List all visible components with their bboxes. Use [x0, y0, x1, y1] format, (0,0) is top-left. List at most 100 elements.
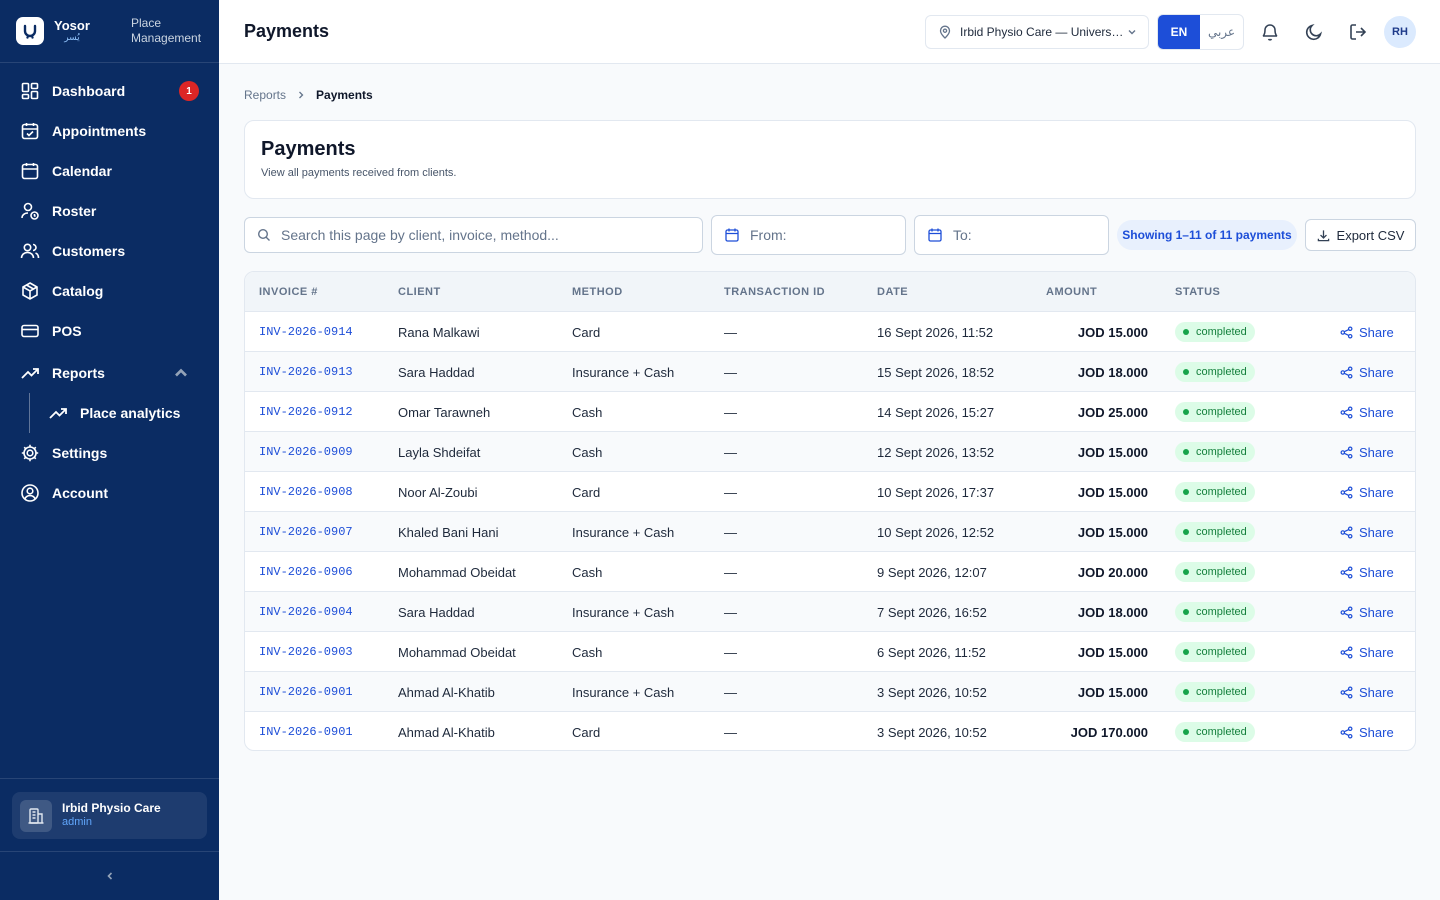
status-badge: completed [1175, 642, 1255, 662]
sidebar-item-reports[interactable]: Reports [0, 353, 219, 393]
invoice-link[interactable]: INV-2026-0907 [259, 512, 353, 552]
current-place-card[interactable]: Irbid Physio Care admin [12, 792, 207, 839]
column-header-amount[interactable]: AMOUNT [1046, 272, 1097, 312]
status-cell: completed [1175, 512, 1255, 552]
collapse-sidebar-button[interactable] [0, 851, 219, 900]
date-from-field[interactable]: From: [711, 215, 906, 255]
status-cell: completed [1175, 712, 1255, 750]
payment-date: 10 Sept 2026, 12:52 [877, 524, 995, 540]
sidebar-item-account[interactable]: Account [0, 473, 219, 513]
status-badge: completed [1175, 362, 1255, 382]
share-button[interactable]: Share [1340, 565, 1394, 580]
chevron-up-icon[interactable] [171, 363, 191, 383]
payment-method: Cash [572, 644, 603, 660]
breadcrumb: Reports Payments [244, 88, 373, 102]
share-button[interactable]: Share [1340, 525, 1394, 540]
payment-amount: JOD 25.000 [1077, 404, 1148, 420]
sidebar-item-place-analytics[interactable]: Place analytics [0, 393, 219, 433]
table-row: INV-2026-0913 Sara Haddad Insurance + Ca… [245, 352, 1415, 392]
date-to-field[interactable]: To: [914, 215, 1109, 255]
column-header-status[interactable]: STATUS [1175, 272, 1220, 312]
column-header-client[interactable]: CLIENT [398, 272, 441, 312]
sidebar-item-pos[interactable]: POS [0, 311, 219, 351]
sidebar-item-calendar[interactable]: Calendar [0, 151, 219, 191]
table-row: INV-2026-0906 Mohammad Obeidat Cash — 9 … [245, 552, 1415, 592]
place-selector[interactable]: Irbid Physio Care — University Street [925, 15, 1149, 49]
transaction-id: — [724, 404, 737, 420]
payment-method: Insurance + Cash [572, 524, 675, 540]
yosor-logo-icon[interactable] [16, 17, 44, 45]
payment-date: 16 Sept 2026, 11:52 [877, 324, 994, 340]
results-count-badge: Showing 1–11 of 11 payments [1117, 220, 1297, 250]
status-text: completed [1196, 646, 1247, 658]
payment-method: Cash [572, 564, 603, 580]
share-label: Share [1359, 324, 1394, 340]
share-button[interactable]: Share [1340, 325, 1394, 340]
sidebar-item-dashboard[interactable]: Dashboard 1 [0, 71, 219, 111]
invoice-link[interactable]: INV-2026-0912 [259, 392, 353, 432]
sidebar-item-appointments[interactable]: Appointments [0, 111, 219, 151]
breadcrumb-reports[interactable]: Reports [244, 88, 286, 102]
status-cell: completed [1175, 432, 1255, 472]
sidebar-item-label: Settings [52, 445, 108, 461]
moon-icon[interactable] [1304, 22, 1324, 42]
share-label: Share [1359, 684, 1394, 700]
share-button[interactable]: Share [1340, 645, 1394, 660]
share-button[interactable]: Share [1340, 725, 1394, 740]
client-name: Ahmad Al-Khatib [398, 724, 495, 740]
table-row: INV-2026-0901 Ahmad Al-Khatib Insurance … [245, 672, 1415, 712]
share-button[interactable]: Share [1340, 405, 1394, 420]
transaction-id: — [724, 484, 737, 500]
search-input[interactable] [281, 227, 681, 243]
share-button[interactable]: Share [1340, 365, 1394, 380]
share-button[interactable]: Share [1340, 485, 1394, 500]
table-row: INV-2026-0907 Khaled Bani Hani Insurance… [245, 512, 1415, 552]
status-text: completed [1196, 486, 1247, 498]
column-header-method[interactable]: METHOD [572, 272, 623, 312]
share-icon [1340, 686, 1353, 698]
invoice-link[interactable]: INV-2026-0903 [259, 632, 353, 672]
sidebar-nav: Dashboard 1 Appointments Calendar Roster… [0, 63, 219, 513]
payment-method: Insurance + Cash [572, 604, 675, 620]
share-button[interactable]: Share [1340, 685, 1394, 700]
map-pin-icon [939, 25, 951, 39]
invoice-link[interactable]: INV-2026-0901 [259, 712, 353, 750]
brand-subtitle: Place Management [131, 16, 202, 45]
invoice-link[interactable]: INV-2026-0909 [259, 432, 353, 472]
lang-ar-button[interactable]: عربي [1200, 15, 1243, 49]
client-name: Mohammad Obeidat [398, 564, 516, 580]
payment-date: 3 Sept 2026, 10:52 [877, 684, 987, 700]
status-badge: completed [1175, 722, 1255, 742]
export-csv-button[interactable]: Export CSV [1305, 219, 1416, 251]
invoice-link[interactable]: INV-2026-0913 [259, 352, 353, 392]
sidebar-item-catalog[interactable]: Catalog [0, 271, 219, 311]
invoice-link[interactable]: INV-2026-0908 [259, 472, 353, 512]
invoice-link[interactable]: INV-2026-0906 [259, 552, 353, 592]
dashboard-icon [21, 82, 39, 100]
client-name: Sara Haddad [398, 604, 475, 620]
status-text: completed [1196, 726, 1247, 738]
status-dot-icon [1183, 569, 1189, 575]
logout-icon[interactable] [1348, 22, 1368, 42]
lang-en-button[interactable]: EN [1158, 15, 1200, 49]
invoice-link[interactable]: INV-2026-0901 [259, 672, 353, 712]
invoice-link[interactable]: INV-2026-0914 [259, 312, 353, 352]
share-label: Share [1359, 564, 1394, 580]
sidebar-item-customers[interactable]: Customers [0, 231, 219, 271]
column-header-invoice[interactable]: INVOICE # [259, 272, 318, 312]
bell-icon[interactable] [1260, 22, 1280, 42]
sidebar-item-settings[interactable]: Settings [0, 433, 219, 473]
column-header-date[interactable]: DATE [877, 272, 908, 312]
share-label: Share [1359, 484, 1394, 500]
place-selector-value: Irbid Physio Care — University Street [960, 25, 1126, 39]
sidebar-item-roster[interactable]: Roster [0, 191, 219, 231]
share-button[interactable]: Share [1340, 445, 1394, 460]
invoice-link[interactable]: INV-2026-0904 [259, 592, 353, 632]
payment-amount: JOD 18.000 [1077, 364, 1148, 380]
user-avatar[interactable]: RH [1384, 16, 1416, 48]
share-button[interactable]: Share [1340, 605, 1394, 620]
package-icon [22, 282, 38, 300]
status-dot-icon [1183, 409, 1189, 415]
share-label: Share [1359, 364, 1394, 380]
column-header-transaction-id[interactable]: TRANSACTION ID [724, 272, 825, 312]
